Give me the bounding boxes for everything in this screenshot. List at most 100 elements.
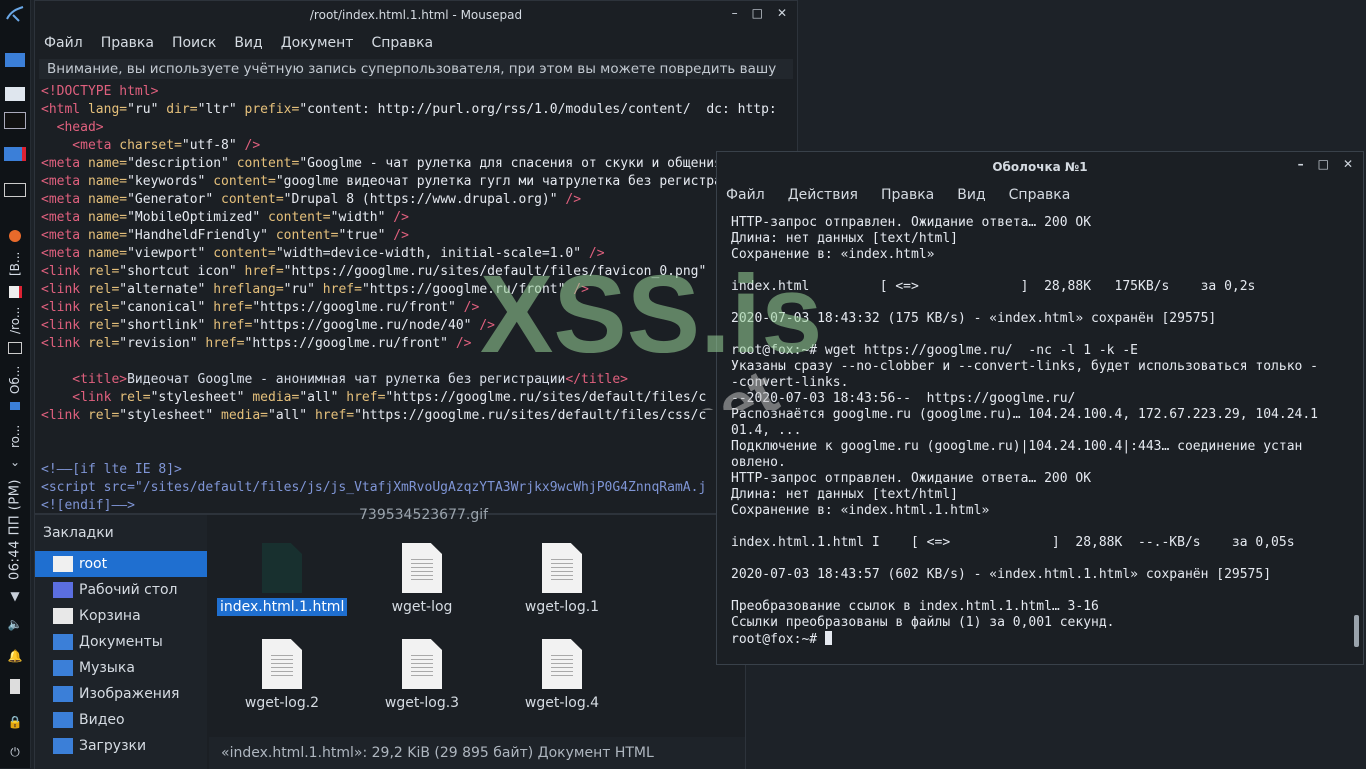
code-token: "viewport" xyxy=(127,246,214,261)
workspace-4-icon[interactable] xyxy=(4,144,26,164)
code-token: /> xyxy=(455,336,472,351)
terminal-menu-file[interactable]: Файл xyxy=(717,187,773,203)
workspace-1-icon[interactable] xyxy=(4,50,26,70)
downloads-folder-icon xyxy=(53,738,73,754)
code-token: href= xyxy=(213,300,253,315)
terminal-menu-help[interactable]: Справка xyxy=(1000,187,1079,203)
terminal-menu-view[interactable]: Вид xyxy=(948,187,993,203)
code-token: "https://googlme.ru/node/40" xyxy=(252,318,480,333)
menu-edit[interactable]: Правка xyxy=(92,35,163,51)
code-token: media= xyxy=(252,390,300,405)
terminal-line: Распознаётся googlme.ru (googlme.ru)… 10… xyxy=(731,407,1341,423)
panel-clock[interactable]: 06:44 ПП (PM) xyxy=(3,476,27,580)
code-token: href= xyxy=(213,318,253,333)
workspace-2-icon[interactable] xyxy=(4,84,26,104)
terminal-line: root@fox:~# wget https://googlme.ru/ -nc… xyxy=(731,343,1341,359)
lock-icon[interactable]: 🔒 xyxy=(4,712,26,732)
minimize-icon[interactable]: – xyxy=(1298,157,1304,171)
bookmark-item[interactable]: Рабочий стол xyxy=(35,577,207,603)
terminal-line-text: Распознаётся googlme.ru (googlme.ru)… 10… xyxy=(731,407,1318,422)
close-icon[interactable]: ✕ xyxy=(1343,157,1353,171)
bookmark-item[interactable]: Изображения xyxy=(35,681,207,707)
wifi-icon[interactable]: ▼ xyxy=(4,586,26,606)
terminal-menu-actions[interactable]: Действия xyxy=(779,187,866,203)
chevron-down-icon[interactable]: ⌄ xyxy=(4,452,26,472)
window-switcher-icon[interactable] xyxy=(4,180,26,200)
terminal-launcher-icon[interactable] xyxy=(4,110,26,130)
terminal-line-text: Преобразование ссылок в index.html.1.htm… xyxy=(731,599,1099,614)
code-token: "ru" xyxy=(127,102,167,117)
close-icon[interactable]: ✕ xyxy=(777,6,787,20)
menu-help[interactable]: Справка xyxy=(362,35,442,51)
file-item[interactable]: wget-log.4 xyxy=(497,639,627,711)
notifications-icon[interactable]: 🔔 xyxy=(4,646,26,666)
file-item[interactable]: wget-log.3 xyxy=(357,639,487,711)
terminal-scrollbar[interactable] xyxy=(1354,615,1359,647)
code-token: charset= xyxy=(119,138,182,153)
code-token: href= xyxy=(205,336,245,351)
file-item[interactable]: wget-log.2 xyxy=(217,639,347,711)
code-token: content= xyxy=(221,192,284,207)
menu-view[interactable]: Вид xyxy=(225,35,271,51)
volume-icon[interactable]: 🔈 xyxy=(4,614,26,634)
code-line: <!DOCTYPE html> xyxy=(41,83,793,101)
bookmark-label: Корзина xyxy=(79,608,141,624)
bookmark-item[interactable]: Музыка xyxy=(35,655,207,681)
code-token: "utf-8" xyxy=(181,138,245,153)
kali-menu-icon[interactable] xyxy=(4,4,26,24)
terminal-titlebar[interactable]: Оболочка №1 – □ ✕ xyxy=(717,152,1363,182)
menu-document[interactable]: Документ xyxy=(272,35,363,51)
maximize-icon[interactable]: □ xyxy=(1318,157,1329,171)
bookmark-label: Музыка xyxy=(79,660,135,676)
code-token: "https://googlme.ru/front" xyxy=(252,300,464,315)
menu-file[interactable]: Файл xyxy=(35,35,92,51)
code-token: "https://googlme.ru/sites/default/files/… xyxy=(385,390,707,405)
maximize-icon[interactable]: □ xyxy=(752,6,763,20)
task-item-terminal[interactable]: Об... xyxy=(3,362,27,394)
editor-text-area[interactable]: <!DOCTYPE html> <html lang="ru" dir="ltr"… xyxy=(39,83,793,513)
home-folder-icon xyxy=(53,556,73,572)
bookmark-item[interactable]: Документы xyxy=(35,629,207,655)
file-name: wget-log xyxy=(391,599,453,615)
partial-file-name: 739534523677.gif xyxy=(359,507,489,523)
file-item[interactable]: index.html.1.html xyxy=(217,543,348,616)
bookmark-item[interactable]: Корзина xyxy=(35,603,207,629)
terminal-line: 01.4, ... xyxy=(731,423,1341,439)
code-token: "Generator" xyxy=(127,192,222,207)
bookmark-label: Загрузки xyxy=(79,738,147,754)
battery-icon[interactable] xyxy=(4,676,26,696)
file-item[interactable]: wget-log.1 xyxy=(497,543,627,615)
task-item-filemanager[interactable]: ro... xyxy=(3,418,27,448)
bookmark-item[interactable]: root xyxy=(35,551,207,577)
code-token: content= xyxy=(213,246,276,261)
bookmark-item[interactable]: Видео xyxy=(35,707,207,733)
terminal-menu-edit[interactable]: Правка xyxy=(872,187,942,203)
file-item[interactable]: wget-log xyxy=(357,543,487,615)
file-name: wget-log.3 xyxy=(384,695,460,711)
logout-icon[interactable]: ⏻ xyxy=(4,742,26,762)
task-item-browser[interactable]: [B... xyxy=(3,248,27,276)
code-token: rel= xyxy=(87,408,120,423)
minimize-icon[interactable]: – xyxy=(732,6,738,20)
menu-search[interactable]: Поиск xyxy=(163,35,225,51)
code-line: <link rel="revision" href="https://googl… xyxy=(41,335,793,353)
code-token: "alternate" xyxy=(119,282,214,297)
code-token: content= xyxy=(213,174,276,189)
code-token: rel= xyxy=(87,282,120,297)
code-token: lang= xyxy=(87,102,128,117)
terminal-output[interactable]: HTTP-запрос отправлен. Ожидание ответа… … xyxy=(731,215,1341,647)
code-token: "content: http://purl.org/rss/1.0/module… xyxy=(299,102,777,117)
bookmark-item[interactable]: Загрузки xyxy=(35,733,207,759)
task-item-mousepad[interactable]: /ro... xyxy=(3,302,27,334)
firefox-icon[interactable] xyxy=(4,226,26,246)
code-line: <meta name="HandheldFriendly" content="t… xyxy=(41,227,793,245)
terminal-line: Сохранение в: «index.html» xyxy=(731,247,1341,263)
mousepad-titlebar[interactable]: /root/index.html.1.html - Mousepad – □ ✕ xyxy=(35,1,797,29)
code-token: name= xyxy=(87,156,128,171)
code-token: "shortlink" xyxy=(119,318,214,333)
terminal-line-text: HTTP-запрос отправлен. Ожидание ответа… … xyxy=(731,471,1092,486)
code-token: Видеочат Googlme - анонимная чат рулетка… xyxy=(127,372,566,387)
